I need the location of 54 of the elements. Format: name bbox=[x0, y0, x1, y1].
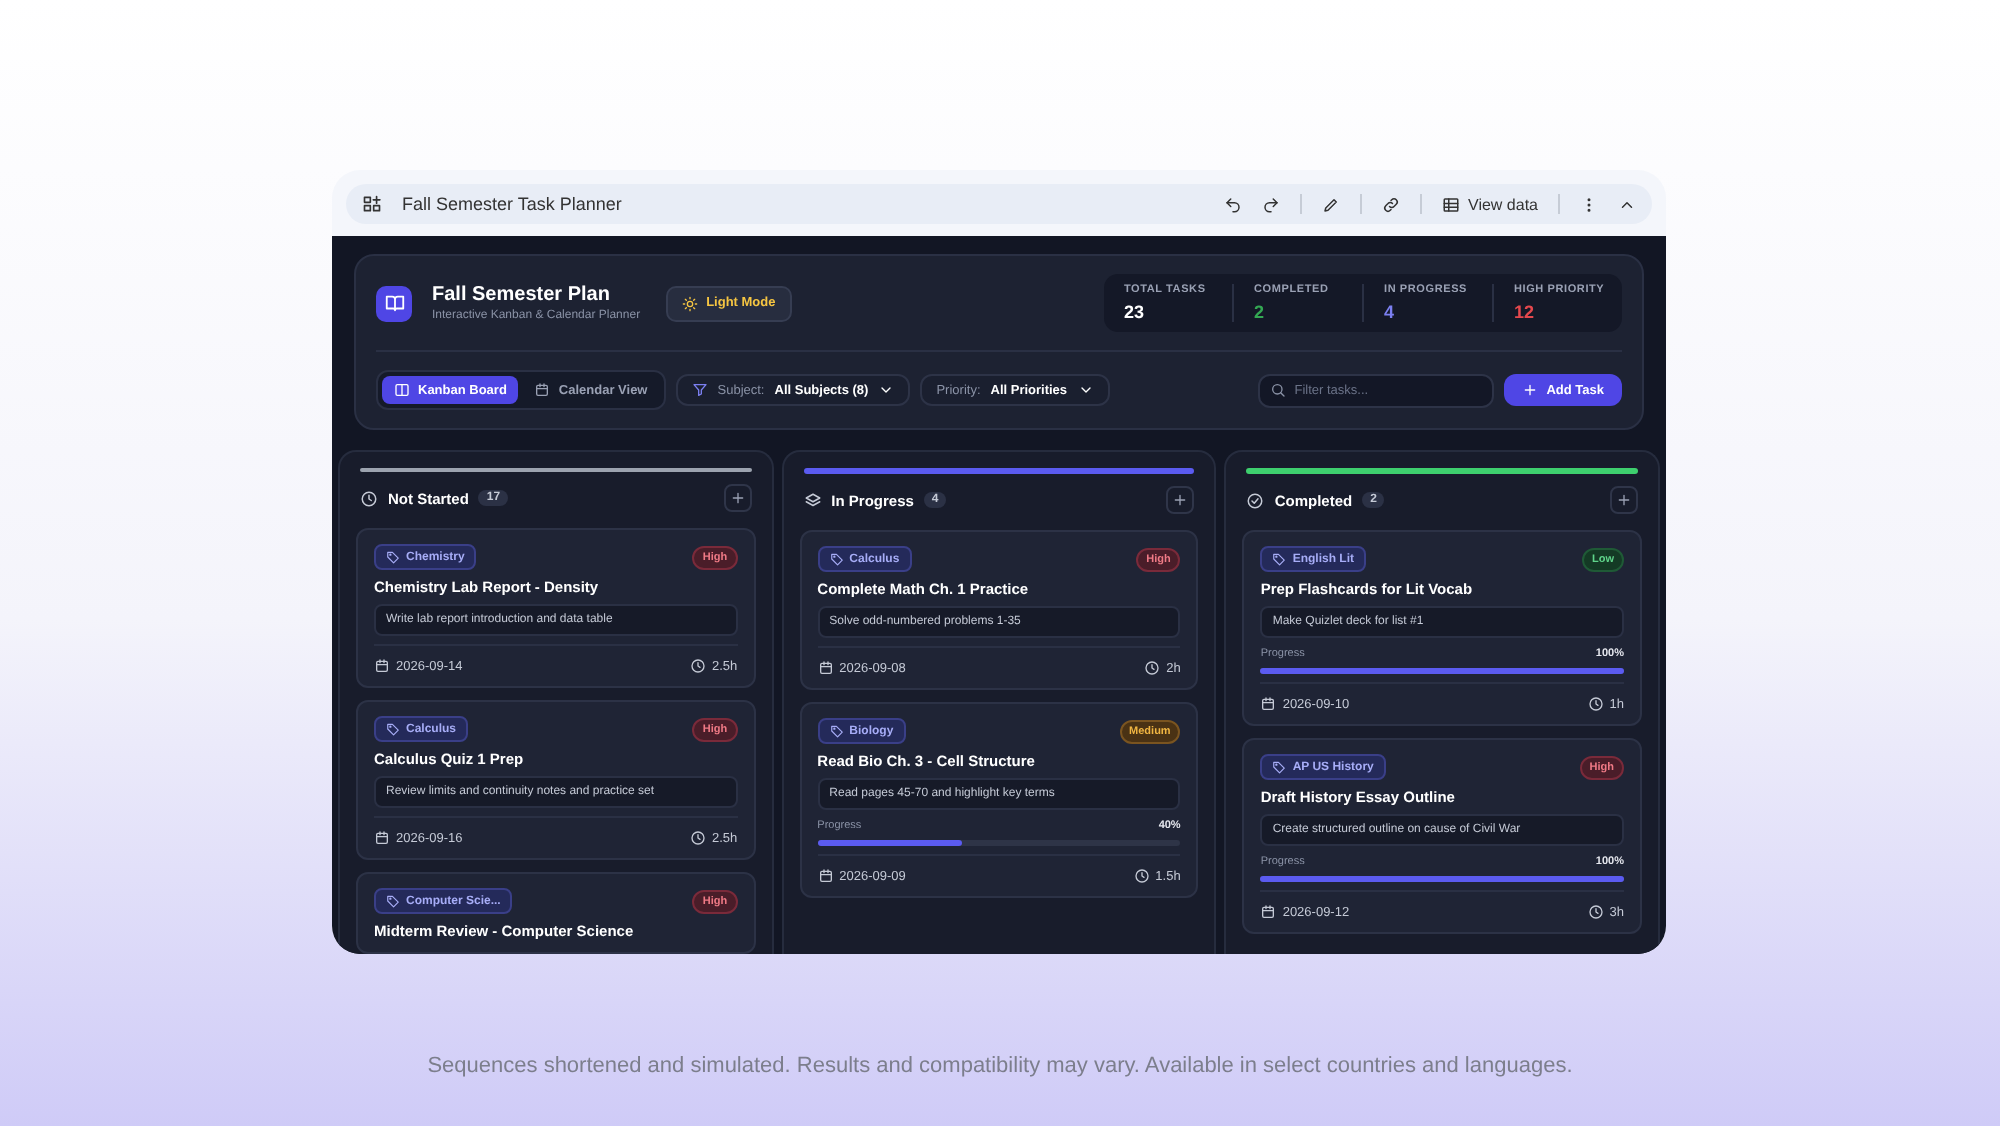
redo-icon bbox=[1262, 195, 1280, 213]
view-data-button[interactable]: View data bbox=[1442, 195, 1538, 213]
app-title: Fall Semester Plan bbox=[432, 284, 612, 306]
tag-icon bbox=[386, 722, 400, 736]
window-title: Fall Semester Task Planner bbox=[402, 194, 624, 214]
calendar-icon bbox=[1260, 904, 1277, 920]
clock-icon bbox=[690, 658, 706, 674]
clock-icon bbox=[1587, 696, 1604, 712]
tag-icon bbox=[1272, 760, 1287, 774]
stat-value: 23 bbox=[1124, 302, 1147, 322]
link-button[interactable] bbox=[1382, 195, 1400, 213]
check-circle-icon bbox=[1246, 491, 1265, 509]
tag-icon bbox=[386, 550, 400, 564]
sun-icon bbox=[682, 295, 699, 311]
stat-value: 12 bbox=[1514, 302, 1537, 322]
chevron-down-icon bbox=[1077, 382, 1094, 398]
plus-icon bbox=[729, 490, 746, 506]
tag-icon bbox=[1272, 552, 1287, 566]
calendar-icon bbox=[534, 382, 551, 398]
calendar-icon bbox=[817, 868, 834, 884]
calendar-icon bbox=[374, 830, 390, 846]
chevron-down-icon bbox=[878, 382, 895, 398]
add-card-button[interactable] bbox=[1166, 486, 1195, 514]
calendar-icon bbox=[374, 658, 390, 674]
stat-value: 4 bbox=[1384, 302, 1397, 322]
disclaimer-text: Sequences shortened and simulated. Results and compatibility may vary. Available in select countries and languages. bbox=[425, 1054, 1575, 1078]
calendar-icon bbox=[817, 660, 834, 676]
redo-button[interactable] bbox=[1262, 195, 1280, 213]
clock-icon bbox=[690, 830, 706, 846]
pencil-icon bbox=[1322, 195, 1340, 213]
tag-icon bbox=[829, 724, 844, 738]
edit-button[interactable] bbox=[1322, 195, 1340, 213]
stat-value: 2 bbox=[1254, 302, 1267, 322]
clock-icon bbox=[1144, 660, 1161, 676]
clock-icon bbox=[1587, 904, 1604, 920]
add-card-button[interactable] bbox=[1610, 486, 1638, 514]
link-icon bbox=[1382, 195, 1400, 213]
clock-icon bbox=[1133, 868, 1150, 884]
tag-icon bbox=[829, 552, 844, 566]
undo-button[interactable] bbox=[1224, 195, 1242, 213]
columns-icon bbox=[394, 382, 410, 398]
table-icon bbox=[1442, 195, 1460, 213]
plus-icon bbox=[1172, 492, 1189, 508]
search-icon bbox=[1270, 382, 1287, 398]
add-card-button[interactable] bbox=[723, 484, 752, 512]
tag-icon bbox=[386, 894, 400, 908]
layers-icon bbox=[803, 491, 822, 509]
plus-icon bbox=[1522, 382, 1539, 398]
calendar-icon bbox=[1260, 696, 1277, 712]
undo-icon bbox=[1224, 195, 1242, 213]
widgets-icon bbox=[362, 194, 382, 214]
funnel-icon bbox=[691, 382, 708, 398]
clock-icon bbox=[360, 489, 378, 507]
plus-icon bbox=[1616, 492, 1632, 508]
